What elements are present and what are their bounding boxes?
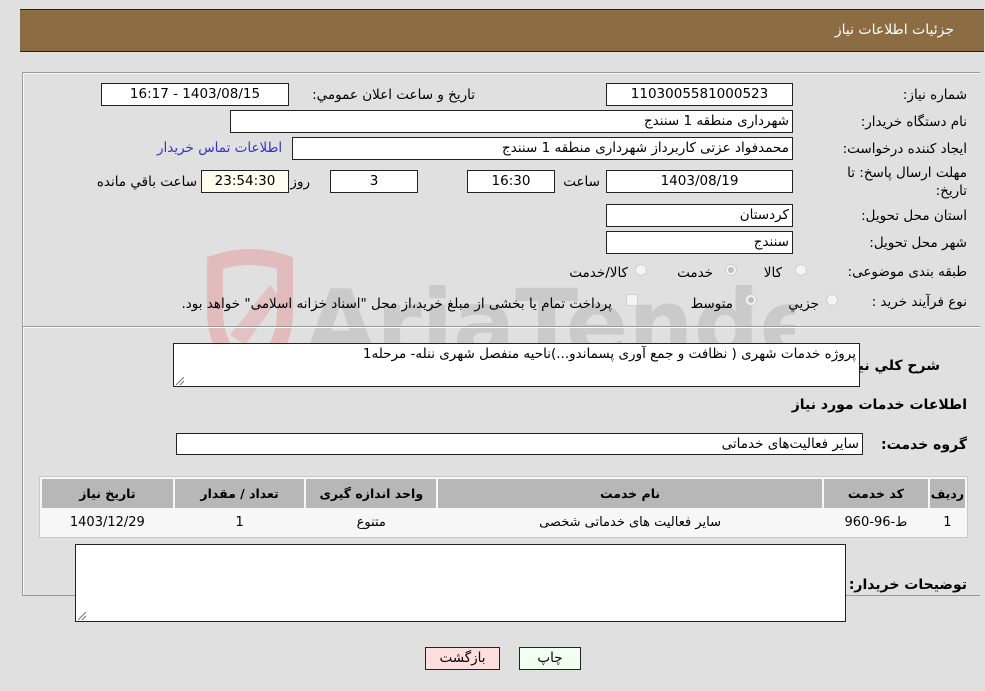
remaining-label: ساعت باقي مانده (96, 174, 197, 190)
back-button[interactable]: بازگشت (425, 647, 500, 670)
page-title: جزئیات اطلاعات نیاز (834, 22, 954, 38)
cell-service-code: ط-96-960 (823, 510, 928, 535)
resize-grip-icon[interactable] (176, 377, 184, 385)
buyer-org-field[interactable]: شهرداری منطقه 1 سنندج (230, 110, 793, 133)
province-field[interactable]: کردستان (606, 204, 793, 227)
description-textarea[interactable]: پروژه خدمات شهری ( نظافت و جمع آوری پسما… (173, 343, 860, 387)
col-header-unit: واحد اندازه گیری (306, 479, 437, 508)
col-header-row-number: ردیف (929, 479, 965, 508)
deadline-label: مهلت ارسال پاسخ: تا تاریخ: (847, 165, 967, 199)
cell-unit: متنوع (306, 510, 437, 535)
cell-quantity: 1 (174, 510, 305, 535)
buyer-notes-textarea[interactable] (75, 544, 846, 622)
col-header-need-date: تاریخ نیاز (42, 479, 173, 508)
category-option-service: خدمت (677, 265, 713, 281)
description-text: پروژه خدمات شهری ( نظافت و جمع آوری پسما… (362, 346, 856, 362)
table-row: 1 ط-96-960 سایر فعالیت های خدماتی شخصی م… (42, 510, 965, 535)
col-header-quantity: تعداد / مقدار (174, 479, 305, 508)
announce-datetime-field[interactable]: 1403/08/15 - 16:17 (101, 83, 289, 106)
buyer-notes-label: توضیحات خریدار: (848, 577, 967, 593)
separator (23, 326, 980, 328)
category-label: طبقه بندی موضوعی: (847, 264, 967, 280)
col-header-service-code: کد خدمت (823, 479, 928, 508)
purchase-option-medium: متوسط (690, 296, 733, 312)
category-option-goods: کالا (763, 265, 782, 281)
services-section-title: اطلاعات خدمات مورد نیاز (791, 397, 967, 413)
resize-grip-icon[interactable] (78, 612, 86, 620)
cell-need-date: 1403/12/29 (42, 510, 173, 535)
requester-label: ایجاد کننده درخواست: (842, 141, 967, 157)
cell-service-name: سایر فعالیت های خدماتی شخصی (438, 510, 822, 535)
category-radio-goods[interactable] (795, 264, 807, 276)
deadline-time-label: ساعت (563, 174, 600, 190)
category-option-goods-service: کالا/خدمت (569, 265, 628, 281)
print-button[interactable]: چاپ (519, 647, 581, 670)
deadline-time-field[interactable]: 16:30 (467, 170, 555, 193)
cell-row-number: 1 (929, 510, 965, 535)
service-group-label: گروه خدمت: (881, 437, 967, 453)
purchase-option-minor: جزيي (788, 296, 819, 312)
buyer-contact-link[interactable]: اطلاعات تماس خریدار (157, 140, 282, 156)
services-table: ردیف کد خدمت نام خدمت واحد اندازه گیری ت… (39, 476, 968, 538)
announce-datetime-label: تاریخ و ساعت اعلان عمومي: (312, 87, 475, 103)
table-header-row: ردیف کد خدمت نام خدمت واحد اندازه گیری ت… (42, 479, 965, 508)
purchase-radio-medium[interactable] (745, 294, 757, 306)
category-radio-goods-service[interactable] (635, 264, 647, 276)
days-field[interactable]: 3 (330, 170, 418, 193)
deadline-date-field[interactable]: 1403/08/19 (606, 170, 793, 193)
col-header-service-name: نام خدمت (438, 479, 822, 508)
city-label: شهر محل تحویل: (869, 235, 967, 251)
buyer-org-label: نام دستگاه خریدار: (860, 114, 967, 130)
purchase-radio-minor[interactable] (826, 294, 838, 306)
category-radio-service[interactable] (725, 264, 737, 276)
treasury-note: پرداخت تمام یا بخشی از مبلغ خرید،از محل … (181, 296, 612, 312)
city-field[interactable]: سنندج (606, 231, 793, 254)
service-group-field[interactable]: سایر فعالیت‌های خدماتی (176, 433, 863, 455)
province-label: استان محل تحویل: (861, 208, 967, 224)
purchase-type-label: نوع فرآیند خرید : (871, 294, 967, 310)
treasury-checkbox[interactable] (626, 294, 638, 306)
need-number-field[interactable]: 1103005581000523 (606, 83, 793, 106)
page-header: جزئیات اطلاعات نیاز (20, 9, 984, 52)
remaining-time-field: 23:54:30 (201, 170, 289, 193)
requester-field[interactable]: محمدفواد عزتی کاربرداز شهرداری منطقه 1 س… (292, 137, 793, 160)
need-number-label: شماره نیاز: (902, 87, 967, 103)
